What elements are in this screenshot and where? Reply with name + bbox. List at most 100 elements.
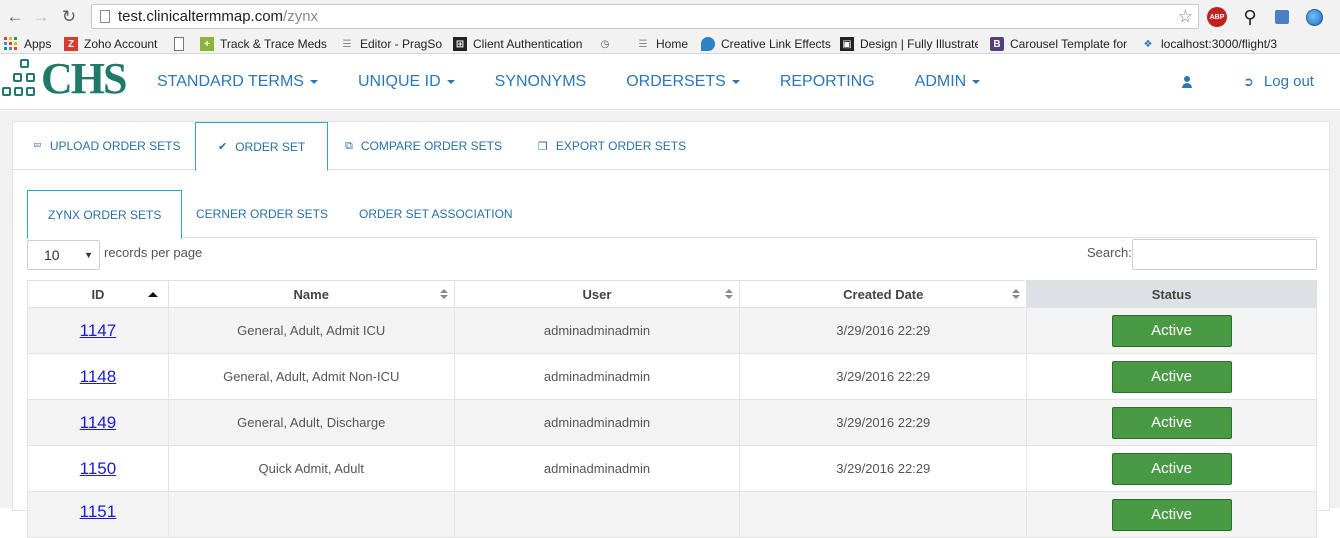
search-input[interactable]: [1132, 239, 1317, 270]
forward-arrow-icon[interactable]: →: [30, 6, 52, 28]
top-tabs: ⮹ UPLOAD ORDER SETS ✔ ORDER SET ⧉ COMPAR…: [13, 122, 1329, 171]
bookmark-client-auth[interactable]: ⊞ Client Authentication: [453, 36, 582, 52]
page-length-label: records per page: [104, 245, 203, 260]
cell-id: 1148: [27, 353, 169, 400]
page-length-select[interactable]: 10 ▼: [27, 240, 100, 270]
cell-created-date: 3/29/2016 22:29: [739, 353, 1028, 400]
history-icon: ◷: [600, 38, 610, 50]
nav-unique-id[interactable]: UNIQUE ID: [358, 73, 455, 91]
cell-user: adminadminadmin: [453, 399, 741, 446]
chevron-down-icon: ▼: [84, 250, 93, 260]
tab-label: ORDER SET ASSOCIATION: [359, 207, 513, 221]
nav-synonyms[interactable]: SYNONYMS: [495, 73, 587, 91]
bookmark-star-icon[interactable]: ☆: [1178, 7, 1193, 27]
bookmark-track-trace[interactable]: + Track & Trace Meds: [200, 36, 327, 52]
order-set-id-link[interactable]: 1149: [80, 413, 117, 432]
order-set-id-link[interactable]: 1148: [80, 367, 117, 386]
tab-order-set[interactable]: ✔ ORDER SET: [195, 122, 329, 171]
nav-reporting[interactable]: REPORTING: [780, 73, 875, 91]
bookmark-localhost[interactable]: ❖ localhost:3000/flight/3: [1141, 36, 1297, 52]
cell-created-date: 3/29/2016 22:29: [739, 445, 1028, 492]
tab-label: CERNER ORDER SETS: [196, 207, 329, 221]
drop-icon: [701, 37, 715, 51]
chs-logo[interactable]: CHS: [2, 54, 127, 103]
page-icon: [174, 37, 184, 51]
page-length-value: 10: [44, 247, 60, 263]
logout-label: Log out: [1263, 73, 1314, 90]
bookmark-blank-page[interactable]: [174, 36, 190, 52]
sub-tabs: ZYNX ORDER SETS CERNER ORDER SETS ORDER …: [27, 190, 1317, 239]
cell-created-date: 3/29/2016 22:29: [739, 399, 1028, 446]
status-active-button[interactable]: Active: [1111, 314, 1232, 347]
page-icon: [100, 10, 110, 23]
column-header-created-date[interactable]: Created Date: [739, 280, 1028, 308]
bookmark-zoho[interactable]: Z Zoho Account: [64, 36, 157, 52]
cell-name: Quick Admit, Adult: [167, 445, 455, 492]
column-header-id[interactable]: ID: [27, 280, 169, 308]
bookmark-history[interactable]: ◷: [598, 36, 618, 52]
bookmark-home[interactable]: ☰ Home: [636, 36, 689, 52]
back-arrow-icon[interactable]: ←: [4, 6, 26, 28]
tab-zynx-order-sets[interactable]: ZYNX ORDER SETS: [27, 190, 183, 239]
bookmark-carousel[interactable]: B Carousel Template for: [990, 36, 1128, 52]
app-header: CHS STANDARD TERMS UNIQUE ID SYNONYMS OR…: [0, 54, 1340, 110]
cell-id: 1151: [27, 491, 169, 538]
tab-label: ORDER SET: [235, 139, 306, 154]
order-set-id-link[interactable]: 1151: [80, 502, 117, 521]
nav-standard-terms[interactable]: STANDARD TERMS: [157, 73, 318, 91]
tab-export-order-sets[interactable]: ❐ EXPORT ORDER SETS: [538, 122, 686, 170]
address-bar[interactable]: test.clinicaltermmap.com/zynx ☆: [91, 4, 1199, 29]
column-label: Name: [293, 286, 329, 302]
logo-text: CHS: [41, 54, 127, 103]
copy-icon: ⧉: [345, 139, 353, 152]
check-icon: ✔: [218, 141, 228, 153]
magnifier-icon[interactable]: ⚲: [1240, 7, 1260, 27]
tab-compare-order-sets[interactable]: ⧉ COMPARE ORDER SETS: [345, 122, 502, 170]
bookmark-design[interactable]: ▣ Design | Fully Illustrate: [840, 36, 978, 52]
sort-icon: [725, 289, 734, 301]
globe-icon[interactable]: [1304, 7, 1324, 27]
tab-order-set-association[interactable]: ORDER SET ASSOCIATION: [359, 190, 513, 238]
cell-user: adminadminadmin: [453, 353, 741, 400]
adblock-icon[interactable]: ABP: [1207, 7, 1227, 27]
orderset-panel: ⮹ UPLOAD ORDER SETS ✔ ORDER SET ⧉ COMPAR…: [12, 121, 1330, 538]
nav-label: SYNONYMS: [494, 73, 587, 90]
order-set-id-link[interactable]: 1147: [80, 321, 117, 340]
column-label: User: [582, 286, 612, 302]
nav-ordersets[interactable]: ORDERSETS: [626, 73, 740, 91]
column-header-name[interactable]: Name: [167, 280, 455, 308]
bookmark-creative-links[interactable]: Creative Link Effects: [701, 36, 831, 52]
bootstrap-icon: B: [990, 37, 1004, 51]
search-label: Search:: [1087, 245, 1132, 260]
browser-toolbar: ← → ↻ test.clinicaltermmap.com/zynx ☆ AB…: [0, 0, 1340, 33]
status-active-button[interactable]: Active: [1111, 452, 1232, 485]
adblock-label: ABP: [1209, 13, 1225, 21]
status-active-button[interactable]: Active: [1111, 499, 1232, 531]
user-icon[interactable]: [1181, 76, 1193, 88]
tab-upload-order-sets[interactable]: ⮹ UPLOAD ORDER SETS: [33, 122, 181, 170]
extension-icon[interactable]: [1272, 7, 1292, 27]
reload-icon[interactable]: ↻: [58, 6, 80, 28]
frame-icon: ▣: [840, 37, 854, 51]
bookmark-editor[interactable]: ☰ Editor - PragSo: [340, 36, 443, 52]
status-active-button[interactable]: Active: [1111, 406, 1232, 439]
bookmark-label: localhost:3000/flight/3: [1161, 37, 1278, 51]
cell-name: General, Adult, Discharge: [167, 399, 455, 446]
tab-label: UPLOAD ORDER SETS: [49, 139, 181, 153]
logout-link[interactable]: ➲ Log out: [1243, 73, 1314, 90]
nav-label: ADMIN: [914, 73, 967, 90]
cell-id: 1150: [27, 445, 169, 492]
status-active-button[interactable]: Active: [1111, 360, 1232, 393]
cell-user: [453, 491, 741, 538]
nav-label: STANDARD TERMS: [157, 73, 304, 90]
cell-created-date: 3/29/2016 22:29: [739, 307, 1028, 354]
cell-user: adminadminadmin: [453, 445, 741, 492]
cell-status: Active: [1026, 491, 1317, 538]
bookmark-apps[interactable]: Apps: [4, 36, 51, 52]
tab-label: EXPORT ORDER SETS: [555, 139, 687, 153]
nav-admin[interactable]: ADMIN: [915, 73, 981, 91]
url-path: /zynx: [283, 8, 319, 25]
order-set-id-link[interactable]: 1150: [80, 459, 117, 478]
tab-cerner-order-sets[interactable]: CERNER ORDER SETS: [196, 190, 328, 238]
column-header-user[interactable]: User: [453, 280, 741, 308]
